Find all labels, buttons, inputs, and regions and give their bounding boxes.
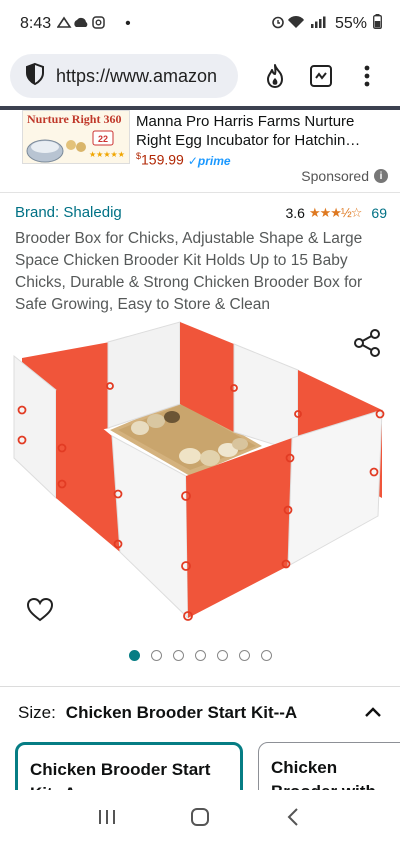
fire-icon[interactable] — [252, 54, 298, 98]
notification-icons — [56, 15, 119, 34]
section-divider — [0, 686, 400, 687]
product-image[interactable] — [0, 318, 400, 658]
browser-toolbar: https://www.amazon — [0, 48, 400, 104]
rating[interactable]: 3.6 ★★★½☆ 69 — [285, 205, 387, 221]
size-selector[interactable]: Size: Chicken Brooder Start Kit--A — [18, 702, 384, 724]
sponsored-label[interactable]: Sponsored i — [301, 168, 388, 184]
ad-thumbnail[interactable]: Nurture Right 360 22 ★★★★★ — [22, 110, 130, 164]
svg-text:★★★★★: ★★★★★ — [89, 150, 125, 159]
sponsored-text: Sponsored — [301, 168, 369, 184]
back-icon[interactable] — [278, 802, 308, 832]
carousel-dot[interactable] — [216, 650, 228, 661]
system-nav-bar — [0, 790, 400, 844]
battery-percent: 55% — [334, 15, 367, 32]
shield-icon[interactable] — [24, 62, 46, 91]
product-title: Brooder Box for Chicks, Adjustable Shape… — [15, 230, 363, 313]
tab-switcher-icon[interactable] — [298, 54, 344, 98]
rating-count[interactable]: 69 — [371, 205, 387, 221]
image-carousel-dots — [0, 650, 400, 661]
star-rating-icon: ★★★½☆ — [308, 204, 362, 220]
brand-link[interactable]: Brand: Shaledig — [15, 204, 122, 221]
heart-icon[interactable] — [26, 596, 54, 624]
carousel-dot[interactable] — [128, 650, 140, 661]
rating-value: 3.6 — [285, 204, 305, 221]
battery-icon — [373, 14, 382, 34]
url-text[interactable]: https://www.amazon — [56, 66, 217, 87]
carousel-dot[interactable] — [238, 650, 250, 661]
status-time: 8:43 — [20, 15, 52, 32]
ad-thumb-badge: 22 — [98, 134, 108, 144]
more-vert-icon[interactable] — [344, 54, 390, 98]
recents-icon[interactable] — [92, 802, 122, 832]
alarm-wifi-signal-icons — [271, 15, 329, 34]
share-icon[interactable] — [352, 328, 382, 358]
info-icon[interactable]: i — [374, 169, 388, 183]
sponsored-ad[interactable]: Nurture Right 360 22 ★★★★★ Manna Pro Har… — [0, 110, 400, 168]
ad-title[interactable]: Manna Pro Harris Farms Nurture Right Egg… — [136, 112, 376, 150]
size-value: Chicken Brooder Start Kit--A — [65, 703, 298, 722]
status-bar: 8:43 • 55% — [0, 0, 400, 48]
chevron-up-icon[interactable] — [362, 702, 384, 724]
size-label: Size: — [18, 703, 56, 722]
ad-price-value: 159.99 — [141, 151, 184, 168]
ad-divider — [0, 192, 400, 193]
carousel-dot[interactable] — [260, 650, 272, 661]
status-dot: • — [125, 15, 131, 32]
home-icon[interactable] — [185, 802, 215, 832]
carousel-dot[interactable] — [150, 650, 162, 661]
address-bar[interactable]: https://www.amazon — [10, 54, 238, 98]
ad-price: $159.99 — [136, 151, 184, 168]
prime-badge: ✓prime — [187, 153, 231, 168]
brand-rating-row: Brand: Shaledig 3.6 ★★★½☆ 69 — [15, 204, 387, 221]
carousel-dot[interactable] — [172, 650, 184, 661]
carousel-dot[interactable] — [194, 650, 206, 661]
